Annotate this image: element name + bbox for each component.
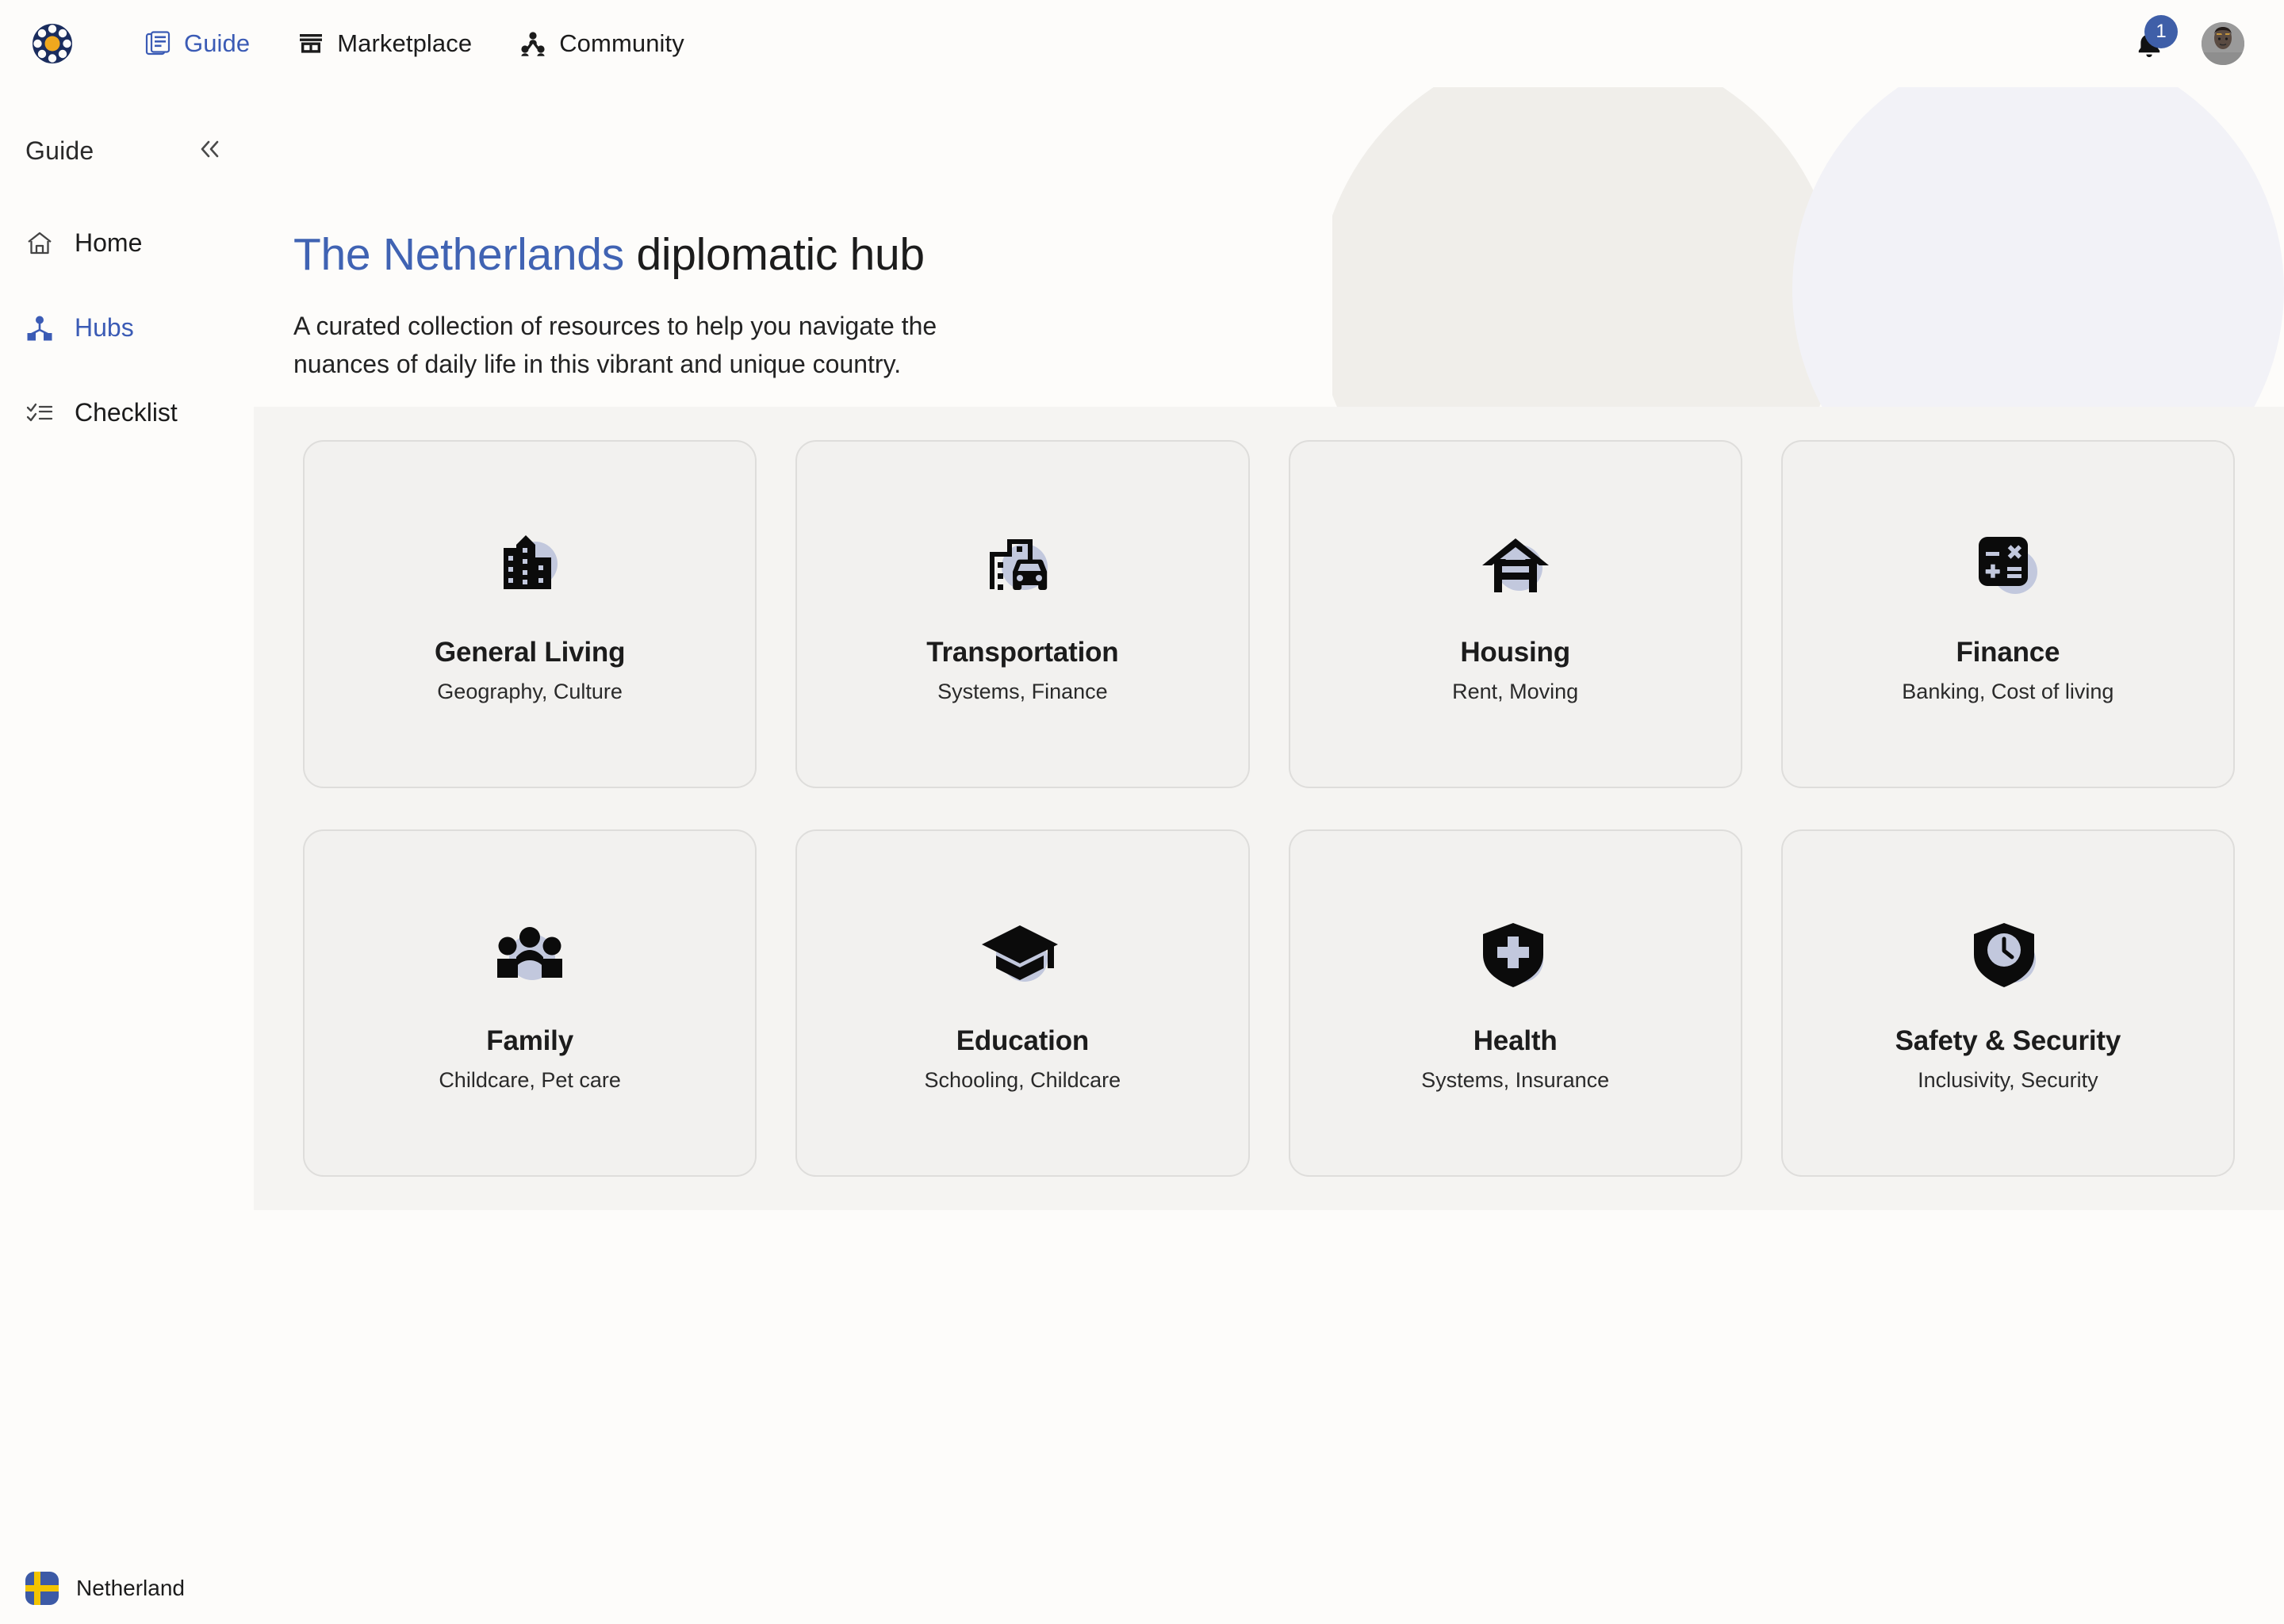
- hub-card-subtitle: Inclusivity, Security: [1918, 1068, 2098, 1093]
- hubs-panel: General Living Geography, Culture Transp…: [254, 407, 2284, 1210]
- footer-country-label: Netherland: [76, 1576, 185, 1600]
- page-subtitle: A curated collection of resources to hel…: [293, 311, 937, 379]
- hub-card-health[interactable]: Health Systems, Insurance: [1288, 829, 1742, 1177]
- nav-right-cluster: 1: [2133, 15, 2252, 65]
- house-icon: [1472, 524, 1559, 611]
- hub-card-subtitle: Banking, Cost of living: [1902, 679, 2114, 703]
- nav-item-community[interactable]: Community: [496, 21, 708, 66]
- hub-card-family[interactable]: Family Childcare, Pet care: [303, 829, 757, 1177]
- primary-nav-links: Guide Marketplace Community: [121, 21, 708, 66]
- hub-card-title: General Living: [434, 636, 626, 668]
- hub-card-title: Finance: [1956, 636, 2060, 668]
- hub-card-finance[interactable]: Finance Banking, Cost of living: [1780, 440, 2235, 788]
- sidebar-item-home-label: Home: [75, 228, 143, 257]
- footer-country-selector[interactable]: Netherland: [25, 1572, 185, 1605]
- hub-card-transportation[interactable]: Transportation Systems, Finance: [795, 440, 1250, 788]
- car-city-icon: [979, 524, 1066, 611]
- hub-card-grid: General Living Geography, Culture Transp…: [303, 440, 2235, 1177]
- people-group-icon: [519, 30, 546, 57]
- chevron-double-left-icon: [196, 136, 223, 167]
- hub-card-title: Housing: [1460, 636, 1570, 668]
- hub-card-subtitle: Systems, Insurance: [1421, 1068, 1610, 1093]
- nav-item-marketplace[interactable]: Marketplace: [274, 21, 496, 66]
- hub-card-title: Health: [1473, 1025, 1558, 1057]
- sidebar-item-hubs-label: Hubs: [75, 313, 134, 342]
- notification-count-badge: 1: [2144, 15, 2178, 48]
- page-title-rest: diplomatic hub: [636, 229, 925, 280]
- hub-card-title: Transportation: [926, 636, 1119, 668]
- hub-card-housing[interactable]: Housing Rent, Moving: [1288, 440, 1742, 788]
- hero-section: The Netherlands diplomatic hub A curated…: [254, 87, 2284, 384]
- checklist-icon: [25, 399, 54, 427]
- app-logo-emblem-icon[interactable]: [32, 23, 73, 64]
- hub-card-general-living[interactable]: General Living Geography, Culture: [303, 440, 757, 788]
- sidebar: Guide Home Hubs Checklist: [0, 87, 254, 1624]
- nav-item-community-label: Community: [559, 29, 684, 57]
- sidebar-item-checklist[interactable]: Checklist: [0, 385, 254, 440]
- shield-cross-icon: [1472, 913, 1559, 1000]
- hub-card-safety-security[interactable]: Safety & Security Inclusivity, Security: [1780, 829, 2235, 1177]
- nav-item-guide[interactable]: Guide: [121, 21, 274, 66]
- page-title-highlight: The Netherlands: [293, 229, 624, 280]
- sidebar-item-home[interactable]: Home: [0, 216, 254, 270]
- shield-clock-icon: [1964, 913, 2052, 1000]
- notifications-button[interactable]: 1: [2133, 15, 2178, 59]
- sidebar-item-hubs[interactable]: Hubs: [0, 301, 254, 355]
- family-group-icon: [486, 913, 573, 1000]
- hub-card-subtitle: Schooling, Childcare: [924, 1068, 1121, 1093]
- hub-card-subtitle: Geography, Culture: [437, 679, 623, 703]
- flag-icon: [25, 1572, 59, 1605]
- sidebar-header: Guide: [0, 135, 254, 167]
- hubs-network-icon: [25, 314, 54, 343]
- sidebar-collapse-button[interactable]: [194, 135, 225, 167]
- city-buildings-icon: [486, 524, 573, 611]
- sidebar-title: Guide: [25, 136, 94, 165]
- hub-card-subtitle: Systems, Finance: [937, 679, 1108, 703]
- nav-item-guide-label: Guide: [184, 29, 251, 57]
- page-title: The Netherlands diplomatic hub: [293, 230, 2284, 280]
- nav-item-marketplace-label: Marketplace: [337, 29, 473, 57]
- hub-card-education[interactable]: Education Schooling, Childcare: [795, 829, 1250, 1177]
- top-navigation-bar: Guide Marketplace Community 1: [0, 0, 2284, 87]
- home-icon: [25, 229, 54, 258]
- hub-card-title: Family: [486, 1025, 573, 1057]
- hub-card-subtitle: Rent, Moving: [1452, 679, 1579, 703]
- calculator-icon: [1964, 524, 2052, 611]
- hub-card-subtitle: Childcare, Pet care: [439, 1068, 621, 1093]
- main-content: The Netherlands diplomatic hub A curated…: [254, 87, 2284, 1624]
- user-avatar[interactable]: [2202, 22, 2244, 65]
- hub-card-title: Safety & Security: [1895, 1025, 2121, 1057]
- graduation-cap-icon: [979, 913, 1066, 1000]
- sidebar-item-checklist-label: Checklist: [75, 398, 178, 427]
- storefront-icon: [297, 30, 324, 57]
- book-document-icon: [144, 30, 171, 57]
- hub-card-title: Education: [956, 1025, 1090, 1057]
